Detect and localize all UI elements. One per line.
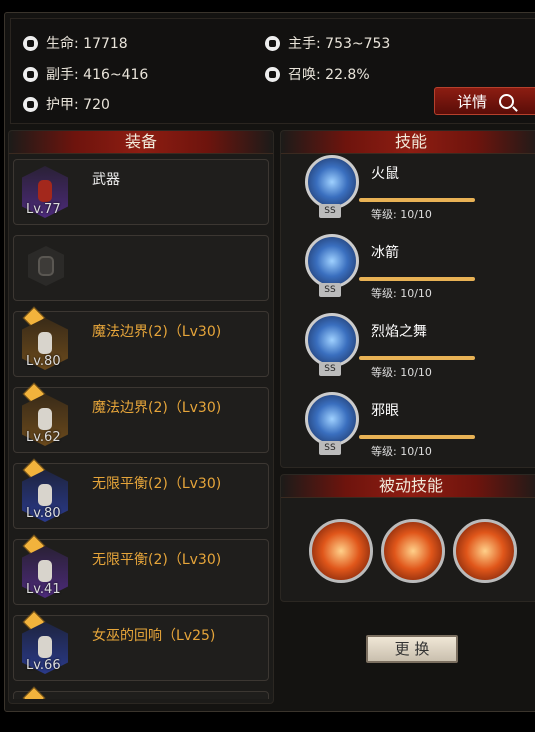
skill-progress-bar [359, 356, 475, 360]
empty-shield-icon [28, 246, 64, 286]
stat-hp-text: 生命: 17718 [46, 36, 128, 52]
skill-rank: SS [319, 362, 341, 376]
equip-slot-empty[interactable] [13, 235, 269, 301]
skill-level: 等级: 10/10 [371, 208, 432, 221]
summon-icon [265, 66, 280, 82]
detail-button-label: 详情 [457, 92, 488, 111]
stat-armor-text: 护甲: 720 [46, 97, 110, 113]
detail-button[interactable]: 详情 [434, 87, 535, 115]
skill-name: 火鼠 [371, 166, 399, 182]
equip-slot-weapon[interactable]: Lv.77 武器 [13, 159, 269, 225]
equipment-title: 装备 [9, 131, 273, 154]
skill-level: 等级: 10/10 [371, 366, 432, 379]
stat-armor: 护甲: 720 [23, 94, 110, 114]
skill-rank: SS [319, 441, 341, 455]
skill-progress-bar [359, 277, 475, 281]
equip-slot-gauntlet[interactable]: Lv.80 无限平衡(2)（Lv30) [13, 458, 269, 529]
stat-summon-text: 召唤: 22.8% [288, 67, 370, 83]
ice-arrow-icon [305, 234, 359, 288]
heart-icon [23, 35, 38, 51]
item-level: Lv.80 [26, 506, 61, 521]
equip-slot-boots[interactable]: Lv.41 无限平衡(2)（Lv30) [13, 534, 269, 605]
flame-dance-icon [305, 313, 359, 367]
item-level: Lv.41 [26, 582, 61, 597]
item-level: Lv.66 [26, 658, 61, 673]
item-name: 无限平衡(2)（Lv30) [92, 552, 222, 568]
fire-warrior-icon[interactable] [453, 519, 517, 583]
stat-off-hand: 副手: 416~416 [23, 64, 148, 84]
sword-icon [265, 35, 280, 51]
flame-swirl-icon[interactable] [309, 519, 373, 583]
skill-name: 冰箭 [371, 245, 399, 261]
skills-panel: 技能 SS 火鼠 等级: 10/10 SS 冰箭 等级: 10/10 SS 烈焰… [280, 130, 535, 468]
item-name: 武器 [92, 172, 120, 188]
skills-title: 技能 [281, 131, 535, 154]
skill-level: 等级: 10/10 [371, 287, 432, 300]
skill-rank: SS [319, 204, 341, 218]
stat-hp: 生命: 17718 [23, 33, 128, 53]
item-name: 女巫的回响（Lv25) [92, 628, 216, 644]
equip-slot-gloves[interactable]: Lv.62 魔法边界(2)（Lv30) [13, 382, 269, 453]
skill-name: 烈焰之舞 [371, 324, 427, 340]
skill-row[interactable]: SS 烈焰之舞 等级: 10/10 [303, 313, 523, 383]
passive-skills-title: 被动技能 [281, 475, 535, 498]
item-level: Lv.80 [26, 354, 61, 369]
stat-main-hand: 主手: 753~753 [265, 33, 390, 53]
equip-slot-ring[interactable]: Lv.66 女巫的回响（Lv25) [13, 610, 269, 681]
skill-row[interactable]: SS 邪眼 等级: 10/10 [303, 392, 523, 462]
stat-off-hand-text: 副手: 416~416 [46, 67, 149, 83]
equipment-list[interactable]: Lv.77 武器 Lv.80 魔法边界(2)（Lv30) Lv.62 魔法边界(… [13, 159, 269, 699]
fire-rat-icon [305, 155, 359, 209]
skill-row[interactable]: SS 冰箭 等级: 10/10 [303, 234, 523, 304]
equipment-panel: 装备 Lv.77 武器 Lv.80 魔法边界(2)（Lv30) Lv.62 魔法… [8, 130, 274, 704]
offhand-icon [23, 66, 38, 82]
skill-progress-bar [359, 198, 475, 202]
search-icon [499, 93, 515, 109]
skill-level: 等级: 10/10 [371, 445, 432, 458]
item-name: 魔法边界(2)（Lv30) [92, 324, 222, 340]
skill-rank: SS [319, 283, 341, 297]
stat-main-hand-text: 主手: 753~753 [288, 36, 391, 52]
item-name: 魔法边界(2)（Lv30) [92, 400, 222, 416]
hourglass-icon[interactable] [381, 519, 445, 583]
skill-row[interactable]: SS 火鼠 等级: 10/10 [303, 155, 523, 225]
stat-summon: 召唤: 22.8% [265, 64, 370, 84]
item-level: Lv.62 [26, 430, 61, 445]
armor-icon [23, 96, 38, 112]
passive-skills-panel: 被动技能 [280, 474, 535, 602]
evil-eye-icon [305, 392, 359, 446]
skill-progress-bar [359, 435, 475, 439]
skill-name: 邪眼 [371, 403, 399, 419]
change-button[interactable]: 更 换 [366, 635, 458, 663]
equip-slot-chest[interactable]: Lv.80 魔法边界(2)（Lv30) [13, 306, 269, 377]
item-level: Lv.77 [26, 202, 61, 217]
equip-slot-partial[interactable] [13, 686, 269, 699]
rarity-badge-icon [22, 686, 46, 699]
item-name: 无限平衡(2)（Lv30) [92, 476, 222, 492]
